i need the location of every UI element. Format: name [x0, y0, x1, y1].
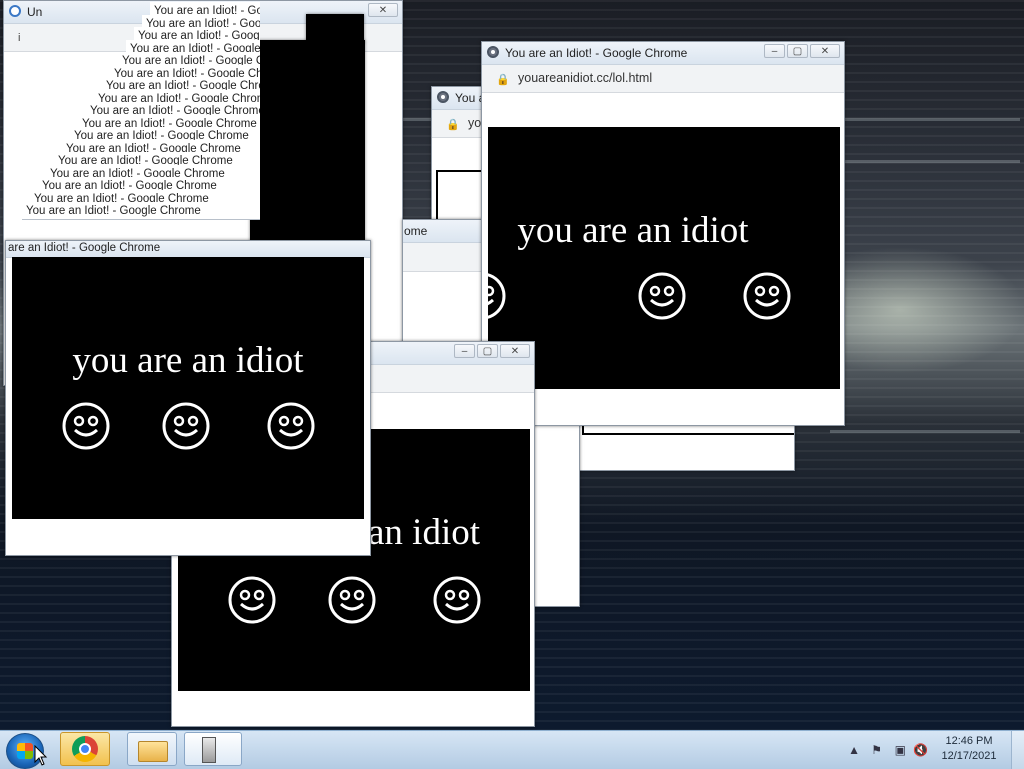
blank-black-window-fragment[interactable] — [306, 14, 364, 43]
smiley-face-icon — [433, 576, 481, 624]
smiley-face-icon — [267, 402, 315, 450]
loading-spinner-icon — [9, 5, 21, 17]
smiley-face-icon — [228, 576, 276, 624]
smiley-face-icon — [638, 272, 686, 320]
show-desktop-button[interactable] — [1011, 731, 1024, 769]
folder-icon — [138, 741, 168, 762]
minimize-button[interactable]: – — [454, 344, 475, 358]
taskbar-file-explorer-button[interactable] — [127, 732, 177, 766]
windows-logo-icon — [17, 743, 33, 759]
maximize-button[interactable]: ▢ — [477, 344, 498, 358]
window-title: Un — [27, 5, 43, 19]
chrome-icon-center — [79, 743, 91, 755]
info-icon: i — [18, 32, 21, 44]
taskbar-chrome-button[interactable] — [60, 732, 110, 766]
task-manager-icon — [202, 737, 216, 763]
window-title: ome — [404, 224, 428, 238]
chrome-icon — [437, 91, 449, 103]
clock-time: 12:46 PM — [945, 735, 993, 747]
smiley-row — [488, 272, 840, 322]
smiley-face-icon — [743, 272, 791, 320]
title-bar[interactable]: are an Idiot! - Google Chrome — [6, 241, 370, 258]
smiley-face-icon — [328, 576, 376, 624]
url-text: youareanidiot.cc/lol.html — [518, 71, 653, 85]
taskbar: ▲ ⚑ ▣ 🔇 12:46 PM 12/17/2021 — [0, 730, 1024, 769]
stacked-window-title[interactable]: You are an Idiot! - Google Chrome — [22, 202, 260, 220]
page-content: you are an idiot — [488, 127, 840, 389]
window-title: You are an Idiot! - Google Chrome — [505, 46, 688, 60]
smiley-face-icon — [488, 272, 506, 320]
browser-window-left[interactable]: are an Idiot! - Google Chrome you are an… — [5, 240, 371, 556]
window-title: are an Idiot! - Google Chrome — [8, 242, 161, 254]
smiley-face-icon — [162, 402, 210, 450]
action-center-flag-icon[interactable]: ⚑ — [871, 743, 882, 757]
browser-window-main[interactable]: You are an Idiot! - Google Chrome – ▢ ✕ … — [481, 41, 845, 426]
smiley-row — [12, 402, 364, 452]
url-text: yo — [468, 116, 482, 130]
blank-black-window[interactable] — [250, 40, 365, 242]
smiley-row — [178, 576, 530, 626]
network-icon[interactable]: ▣ — [895, 743, 906, 757]
lock-icon: 🔒 — [446, 119, 460, 131]
chrome-icon — [487, 46, 499, 58]
taskbar-task-manager-button[interactable] — [184, 732, 242, 766]
address-bar[interactable]: 🔒 youareanidiot.cc/lol.html — [482, 65, 844, 93]
desktop-wallpaper-streak — [830, 430, 1020, 433]
idiot-message: an idiot — [368, 512, 481, 553]
idiot-message: you are an idiot — [517, 210, 749, 251]
desktop: Un ✕ i You are an Idiot! - Google Chrome… — [0, 0, 1024, 730]
close-button[interactable]: ✕ — [500, 344, 530, 358]
close-button[interactable]: ✕ — [810, 44, 840, 58]
minimize-button[interactable]: – — [764, 44, 785, 58]
idiot-message: you are an idiot — [72, 340, 304, 381]
lock-icon: 🔒 — [496, 74, 510, 86]
title-bar[interactable]: You are an Idiot! - Google Chrome – ▢ ✕ — [482, 42, 844, 65]
page-content: you are an idiot — [12, 257, 364, 519]
tray-clock[interactable]: 12:46 PM 12/17/2021 — [934, 734, 1004, 764]
volume-muted-icon[interactable]: 🔇 — [913, 743, 928, 757]
smiley-face-icon — [62, 402, 110, 450]
show-hidden-icons-icon[interactable]: ▲ — [848, 743, 860, 757]
mouse-cursor-icon — [34, 745, 48, 766]
maximize-button[interactable]: ▢ — [787, 44, 808, 58]
close-button[interactable]: ✕ — [368, 3, 398, 17]
page-frame — [582, 425, 794, 435]
clock-date: 12/17/2021 — [941, 750, 997, 762]
